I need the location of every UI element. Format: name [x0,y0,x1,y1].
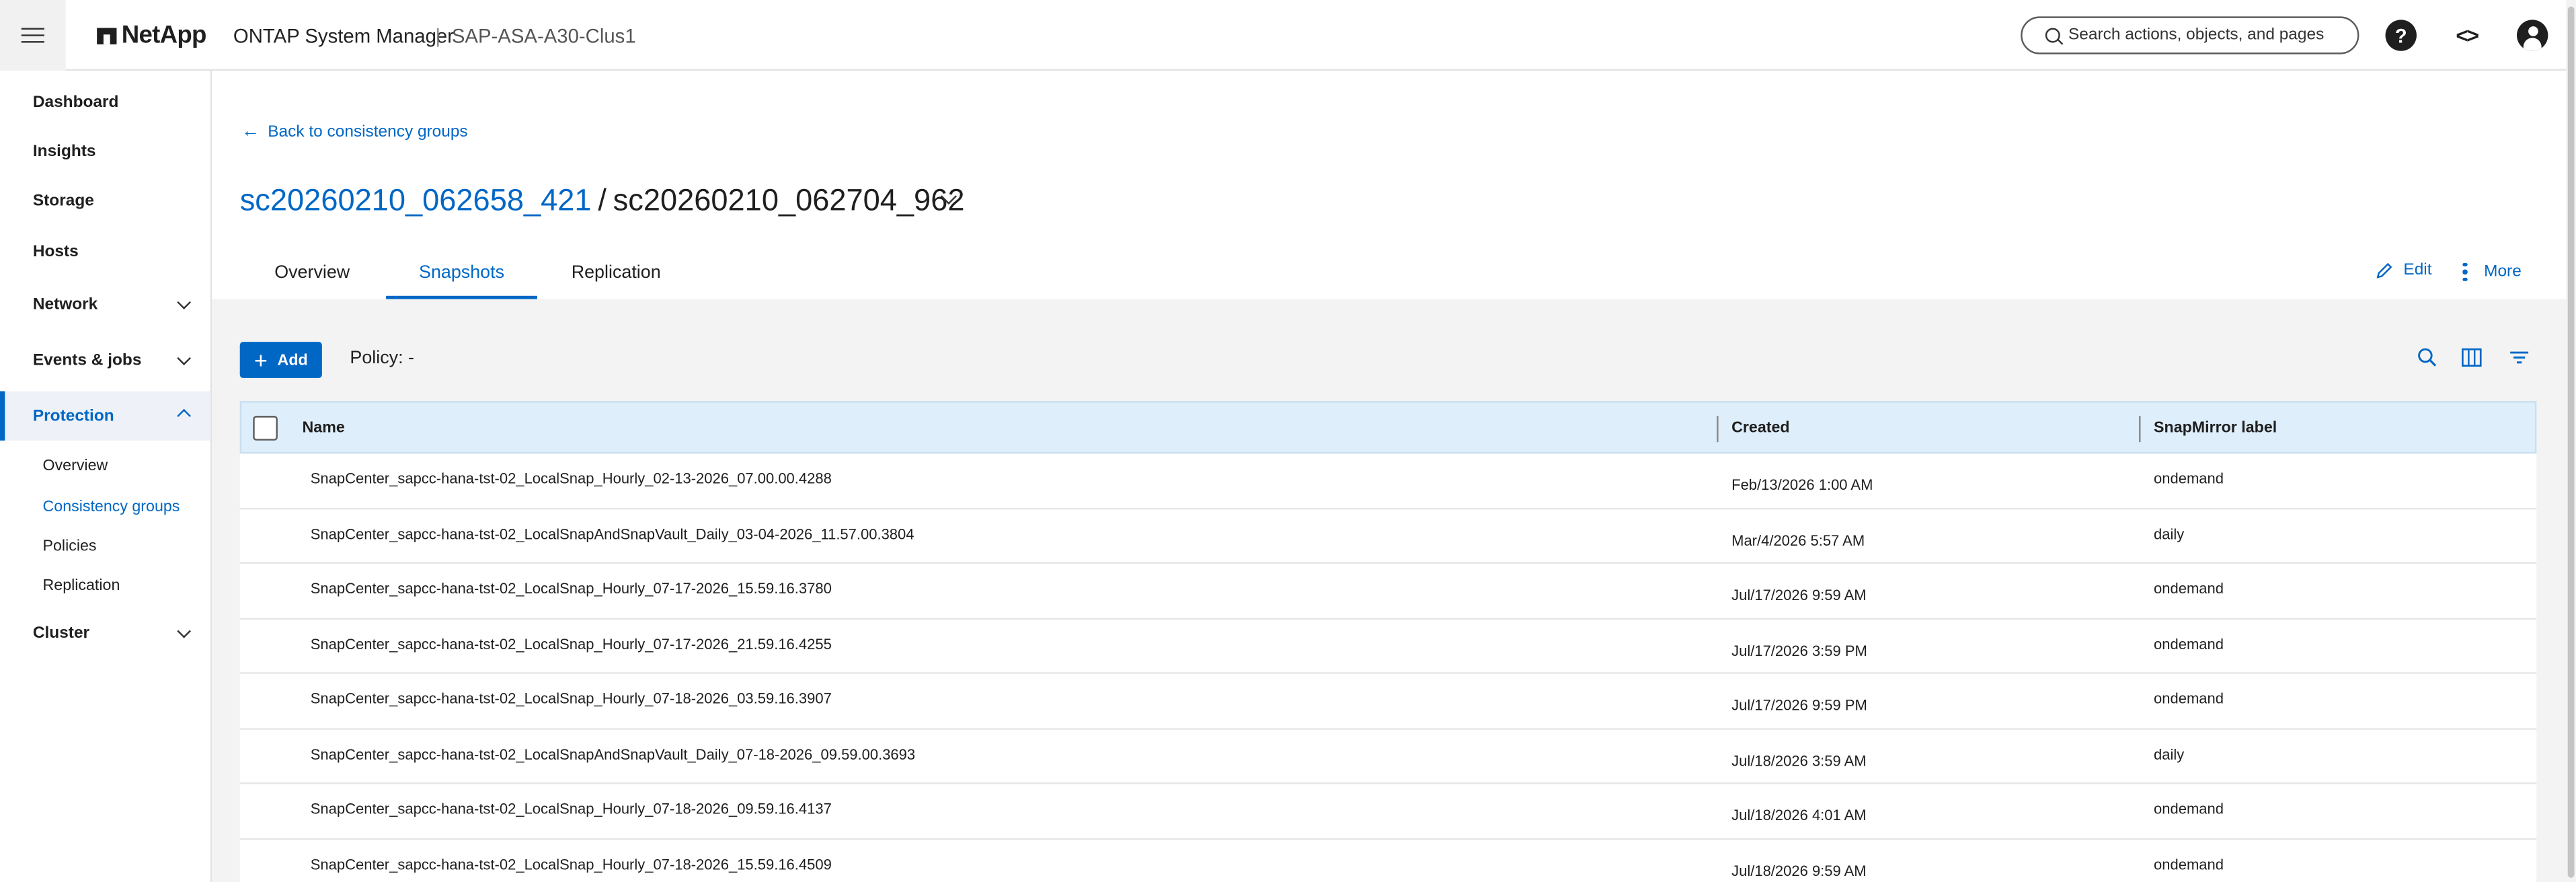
policy-text: Policy: - [350,348,414,369]
snapshot-name: SnapCenter_sapcc-hana-tst-02_LocalSnapAn… [310,525,914,542]
pencil-icon [2376,262,2392,279]
snapshot-created: Jul/18/2026 9:59 AM [1731,862,1867,879]
column-resize-handle[interactable] [2139,416,2141,443]
column-header-name[interactable]: Name [303,419,345,437]
sidebar-subitem-replication[interactable]: Replication [0,568,210,601]
table-header: Name Created SnapMirror label [239,401,2537,454]
code-icon[interactable]: <> [2451,20,2482,50]
snapmirror-label: daily [2154,745,2185,762]
add-snapshot-button[interactable]: + Add [239,342,322,378]
sidebar: Dashboard Insights Storage Hosts Network… [0,71,212,882]
arrow-left-icon: ← [241,121,260,142]
search-placeholder: Search actions, objects, and pages [2068,26,2325,44]
table-row[interactable]: SnapCenter_sapcc-hana-tst-02_LocalSnap_H… [239,784,2537,840]
global-search-input[interactable]: Search actions, objects, and pages [2021,16,2359,54]
snapshot-created: Jul/17/2026 9:59 AM [1731,587,1867,603]
columns-icon[interactable] [2461,347,2483,369]
snapshot-name: SnapCenter_sapcc-hana-tst-02_LocalSnap_H… [310,690,832,707]
chevron-up-icon [177,408,192,423]
netapp-logo-icon [97,26,117,45]
snapshot-name: SnapCenter_sapcc-hana-tst-02_LocalSnap_H… [310,470,832,487]
snapshot-created: Jul/17/2026 3:59 PM [1731,642,1867,659]
sidebar-item-label: Events & jobs [32,351,142,369]
snapshot-name: SnapCenter_sapcc-hana-tst-02_LocalSnap_H… [310,580,832,597]
sidebar-subitem-overview[interactable]: Overview [0,449,210,482]
brand-name: NetApp [121,21,207,50]
sidebar-subitem-policies[interactable]: Policies [0,529,210,562]
search-icon[interactable] [2417,347,2438,369]
user-icon[interactable] [2516,20,2548,51]
snapshot-created: Jul/17/2026 9:59 PM [1731,696,1867,714]
snapshot-name: SnapCenter_sapcc-hana-tst-02_LocalSnap_H… [310,855,832,873]
child-group-name: sc20260210_062704_962 [613,182,965,217]
sidebar-item-storage[interactable]: Storage [0,179,210,222]
tab-snapshots[interactable]: Snapshots [386,250,537,299]
chevron-down-icon [177,351,192,365]
cluster-name: SAP-ASA-A30-Clus1 [451,24,636,48]
app-window: NetApp ONTAP System Manager | SAP-ASA-A3… [0,0,2576,882]
sidebar-item-events-jobs[interactable]: Events & jobs [0,338,210,381]
sidebar-item-label: Cluster [32,624,90,642]
sidebar-item-hosts[interactable]: Hosts [0,230,210,273]
snapmirror-label: ondemand [2154,800,2224,817]
snapshot-name: SnapCenter_sapcc-hana-tst-02_LocalSnapAn… [310,745,916,762]
column-resize-handle[interactable] [1717,416,1719,443]
snapshot-name: SnapCenter_sapcc-hana-tst-02_LocalSnap_H… [310,635,832,652]
table-row[interactable]: SnapCenter_sapcc-hana-tst-02_LocalSnapAn… [239,509,2537,564]
snapmirror-label: daily [2154,525,2185,542]
table-row[interactable]: SnapCenter_sapcc-hana-tst-02_LocalSnap_H… [239,839,2537,882]
back-to-consistency-groups-link[interactable]: ← Back to consistency groups [241,122,468,141]
snapmirror-label: ondemand [2154,690,2224,707]
sidebar-item-dashboard[interactable]: Dashboard [0,81,210,124]
edit-button[interactable]: Edit [2376,261,2432,279]
sidebar-item-network[interactable]: Network [0,283,210,326]
snapmirror-label: ondemand [2154,470,2224,487]
snapmirror-label: ondemand [2154,580,2224,597]
hamburger-icon[interactable] [0,0,66,71]
title-separator: / [598,182,607,217]
sidebar-item-insights[interactable]: Insights [0,130,210,173]
kebab-icon [2462,261,2467,283]
tab-replication[interactable]: Replication [559,250,674,299]
top-bar: NetApp ONTAP System Manager | SAP-ASA-A3… [0,0,2576,71]
sidebar-item-label: Protection [32,406,114,425]
sidebar-item-label: Network [32,295,98,314]
sidebar-subitem-consistency-groups[interactable]: Consistency groups [0,490,210,523]
select-all-checkbox[interactable] [253,416,278,441]
snapshot-created: Feb/13/2026 1:00 AM [1731,476,1873,493]
page-scrollbar[interactable] [2566,0,2576,882]
snapshot-created: Jul/18/2026 3:59 AM [1731,751,1867,769]
column-header-snapmirror-label[interactable]: SnapMirror label [2154,419,2277,437]
chevron-down-icon [177,295,192,309]
tab-overview[interactable]: Overview [256,250,368,299]
table-row[interactable]: SnapCenter_sapcc-hana-tst-02_LocalSnap_H… [239,453,2537,509]
filter-icon[interactable] [2509,347,2530,369]
product-name: ONTAP System Manager [233,24,455,48]
back-link-label: Back to consistency groups [268,122,468,141]
plus-icon: + [253,346,268,373]
help-icon[interactable]: ? [2385,20,2417,51]
table-row[interactable]: SnapCenter_sapcc-hana-tst-02_LocalSnap_H… [239,618,2537,674]
table-row[interactable]: SnapCenter_sapcc-hana-tst-02_LocalSnapAn… [239,729,2537,784]
snapshot-created: Mar/4/2026 5:57 AM [1731,531,1865,548]
snapmirror-label: ondemand [2154,855,2224,873]
sidebar-item-cluster[interactable]: Cluster [0,612,210,655]
snapmirror-label: ondemand [2154,635,2224,652]
parent-group-link[interactable]: sc20260210_062658_421 [240,182,592,219]
sidebar-item-protection[interactable]: Protection [0,391,210,441]
column-header-created[interactable]: Created [1731,419,1789,437]
chevron-down-icon [177,624,192,638]
netapp-logo[interactable]: NetApp [97,21,207,50]
more-label: More [2484,263,2522,281]
snapshot-name: SnapCenter_sapcc-hana-tst-02_LocalSnap_H… [310,800,832,817]
snapshot-created: Jul/18/2026 4:01 AM [1731,807,1867,824]
header-separator: | [435,24,441,48]
more-button[interactable]: More [2462,261,2522,283]
add-label: Add [277,351,308,369]
edit-label: Edit [2403,261,2432,280]
table-row[interactable]: SnapCenter_sapcc-hana-tst-02_LocalSnap_H… [239,564,2537,619]
table-row[interactable]: SnapCenter_sapcc-hana-tst-02_LocalSnap_H… [239,673,2537,729]
page-title: sc20260210_062658_421 / sc20260210_06270… [240,182,965,219]
search-icon [2045,28,2060,43]
